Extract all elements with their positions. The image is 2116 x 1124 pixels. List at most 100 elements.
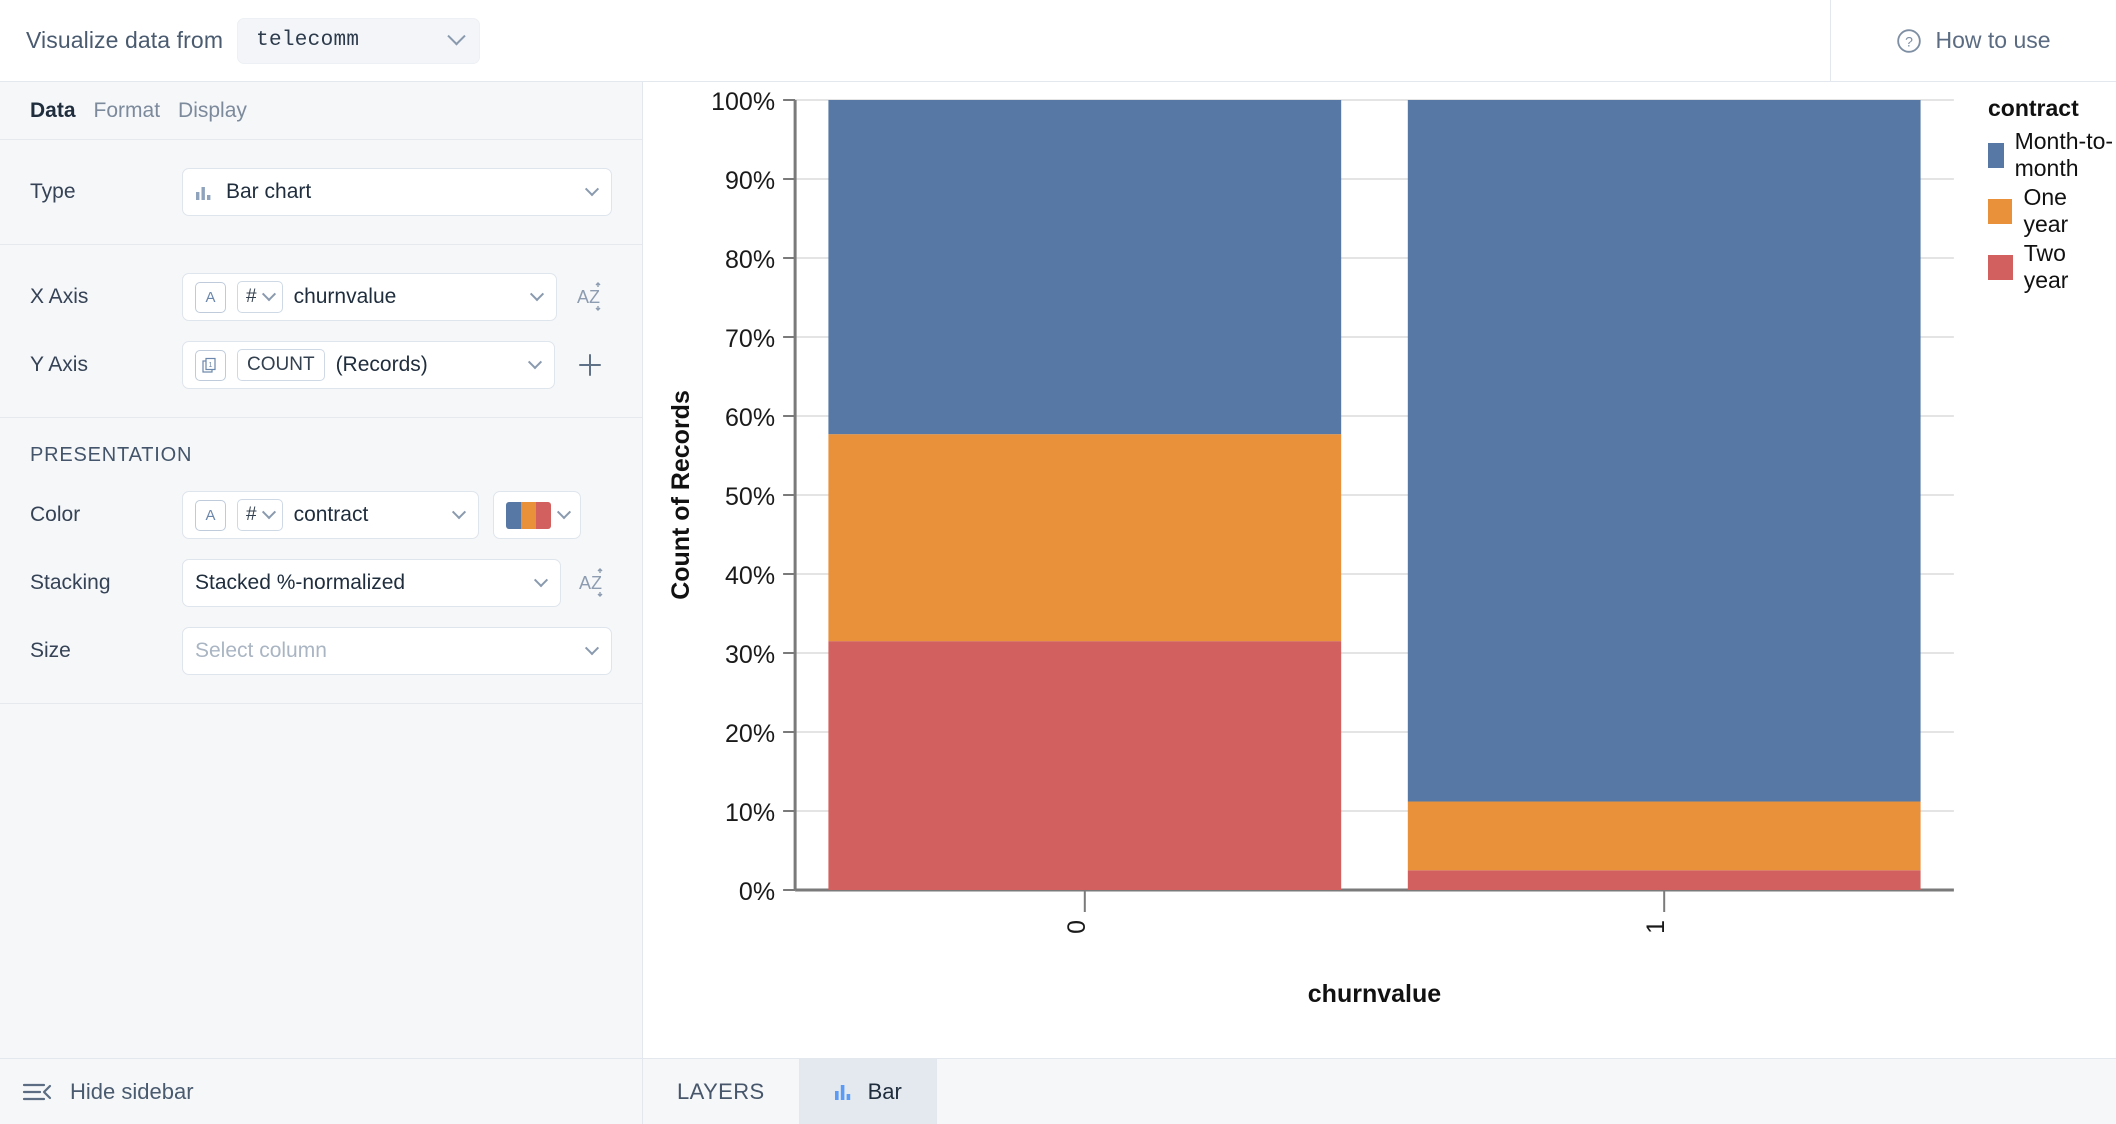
y-axis-tick-label: 0%	[739, 878, 775, 906]
axes-section: X Axis A # churnvalue AZ Y Axis 1 COUNT …	[0, 245, 642, 418]
hide-sidebar-icon	[22, 1083, 52, 1100]
y-axis-tick-label: 80%	[725, 246, 775, 274]
bar-segment[interactable]	[1407, 870, 1921, 890]
palette-swatch-3	[535, 501, 551, 529]
plus-icon	[578, 354, 601, 376]
color-label: Color	[30, 503, 81, 526]
legend-swatch	[1988, 254, 2013, 280]
legend-item-one-year[interactable]: One year	[1988, 184, 2116, 238]
legend-title: contract	[1988, 95, 2079, 121]
bar-segment[interactable]	[828, 100, 1342, 435]
config-sidebar: Data Format Display Type Bar chart X Axi…	[0, 82, 643, 1124]
presentation-title: PRESENTATION	[30, 444, 193, 466]
stacking-select[interactable]: Stacked %-normalized	[182, 559, 562, 607]
sort-az-icon: AZ	[577, 282, 601, 311]
bar-layer-tab[interactable]: Bar	[799, 1059, 937, 1124]
size-select[interactable]: Select column	[182, 627, 612, 675]
chevron-down-icon	[584, 641, 600, 656]
tab-format[interactable]: Format	[94, 99, 161, 123]
svg-text:AZ: AZ	[579, 573, 602, 593]
stacking-value: Stacked %-normalized	[195, 571, 406, 594]
chart-type-select[interactable]: Bar chart	[182, 168, 612, 216]
layers-tab[interactable]: LAYERS	[643, 1059, 800, 1124]
type-section: Type Bar chart	[0, 140, 642, 245]
x-axis-row: X Axis A # churnvalue AZ	[30, 271, 612, 323]
x-axis-tick-label: 0	[1063, 920, 1091, 934]
stacked-bar-chart[interactable]: 0% 10% 20% 30% 40% 50% 60% 70% 80% 90% 100% 0 1 churn…	[643, 82, 2116, 1058]
y-axis-row: Y Axis 1 COUNT (Records)	[30, 339, 612, 391]
tab-display[interactable]: Display	[178, 99, 247, 123]
y-axis-column-value: (Records)	[335, 353, 428, 376]
color-palette-select[interactable]	[493, 491, 581, 539]
size-label: Size	[30, 639, 71, 662]
dataset-name: telecomm	[256, 29, 360, 52]
add-y-axis-button[interactable]	[567, 351, 612, 379]
chart-panel: 0% 10% 20% 30% 40% 50% 60% 70% 80% 90% 100% 0 1 churn…	[643, 82, 2116, 1124]
bar-segment[interactable]	[828, 434, 1342, 642]
y-axis-tick-label: 50%	[725, 483, 775, 511]
y-axis-tick-label: 10%	[725, 799, 775, 827]
y-axis-tick-label: 20%	[725, 720, 775, 748]
x-axis-select[interactable]: A # churnvalue	[182, 273, 558, 321]
hide-sidebar-label: Hide sidebar	[70, 1078, 194, 1104]
text-type-icon: A	[195, 281, 226, 313]
x-axis-tick-label: 1	[1642, 920, 1670, 934]
chevron-down-icon	[447, 27, 466, 46]
visualize-label: Visualize data from	[26, 27, 224, 53]
palette-swatch-1	[505, 501, 521, 529]
app-body: Data Format Display Type Bar chart X Axi…	[0, 82, 2116, 1124]
color-column-select[interactable]: A # contract	[182, 491, 479, 539]
how-to-use-button[interactable]: ? How to use	[1830, 0, 2116, 81]
presentation-section: PRESENTATION Color A # contract Stacking…	[0, 418, 642, 704]
color-agg-label: #	[246, 504, 257, 525]
x-axis-agg-select[interactable]: #	[237, 281, 283, 313]
chevron-down-icon	[261, 287, 276, 302]
bar-layer-tab-label: Bar	[867, 1078, 902, 1104]
color-agg-select[interactable]: #	[237, 499, 283, 531]
bar-chart-icon	[196, 187, 211, 200]
svg-text:1: 1	[209, 362, 213, 369]
bar-segment[interactable]	[1407, 100, 1921, 802]
chevron-down-icon	[451, 505, 467, 520]
y-axis-select[interactable]: 1 COUNT (Records)	[182, 341, 556, 389]
bar-segment[interactable]	[828, 641, 1342, 890]
tab-data[interactable]: Data	[30, 99, 76, 123]
color-row: Color A # contract	[30, 489, 612, 541]
how-to-use-label: How to use	[1935, 27, 2051, 53]
type-label: Type	[30, 180, 76, 203]
y-axis-tick-label: 30%	[725, 641, 775, 669]
legend-label: One year	[2023, 184, 2069, 237]
svg-text:?: ?	[1906, 33, 1914, 49]
palette-swatches	[505, 501, 551, 529]
chevron-down-icon	[534, 573, 549, 588]
bottom-tabs: LAYERS Bar	[643, 1058, 2116, 1124]
hide-sidebar-button[interactable]: Hide sidebar	[0, 1058, 642, 1124]
chart-area: 0% 10% 20% 30% 40% 50% 60% 70% 80% 90% 100% 0 1 churn…	[643, 82, 2116, 1058]
stacking-sort-button[interactable]: AZ	[571, 568, 612, 598]
sort-az-icon: AZ	[579, 568, 603, 597]
x-axis-label: X Axis	[30, 285, 89, 308]
visualizer-app: Visualize data from telecomm ? How to us…	[0, 0, 2116, 1124]
sidebar-tabs: Data Format Display	[0, 82, 642, 140]
top-bar-left: Visualize data from telecomm	[0, 0, 1830, 81]
dataset-select[interactable]: telecomm	[237, 17, 481, 64]
bar-segment[interactable]	[1407, 801, 1921, 871]
y-axis-label: Y Axis	[30, 353, 88, 376]
legend-swatch	[1988, 142, 2004, 168]
size-row: Size Select column	[30, 625, 612, 677]
x-axis-agg-label: #	[246, 286, 257, 307]
chevron-down-icon	[528, 355, 543, 370]
color-column-value: contract	[293, 503, 369, 526]
top-bar: Visualize data from telecomm ? How to us…	[0, 0, 2116, 82]
layers-tab-label: LAYERS	[677, 1078, 765, 1104]
bar-chart-icon	[834, 1085, 850, 1100]
y-axis-tick-label: 40%	[725, 562, 775, 590]
legend-item-two-year[interactable]: Two year	[1988, 240, 2116, 294]
y-axis-tick-label: 70%	[725, 325, 775, 353]
y-axis-tick-label: 60%	[725, 404, 775, 432]
legend-item-month-to-month[interactable]: Month-to-month	[1988, 128, 2116, 182]
y-axis-tick-label: 90%	[725, 167, 775, 195]
x-axis-column-value: churnvalue	[293, 285, 397, 308]
x-axis-sort-button[interactable]: AZ	[567, 282, 612, 312]
